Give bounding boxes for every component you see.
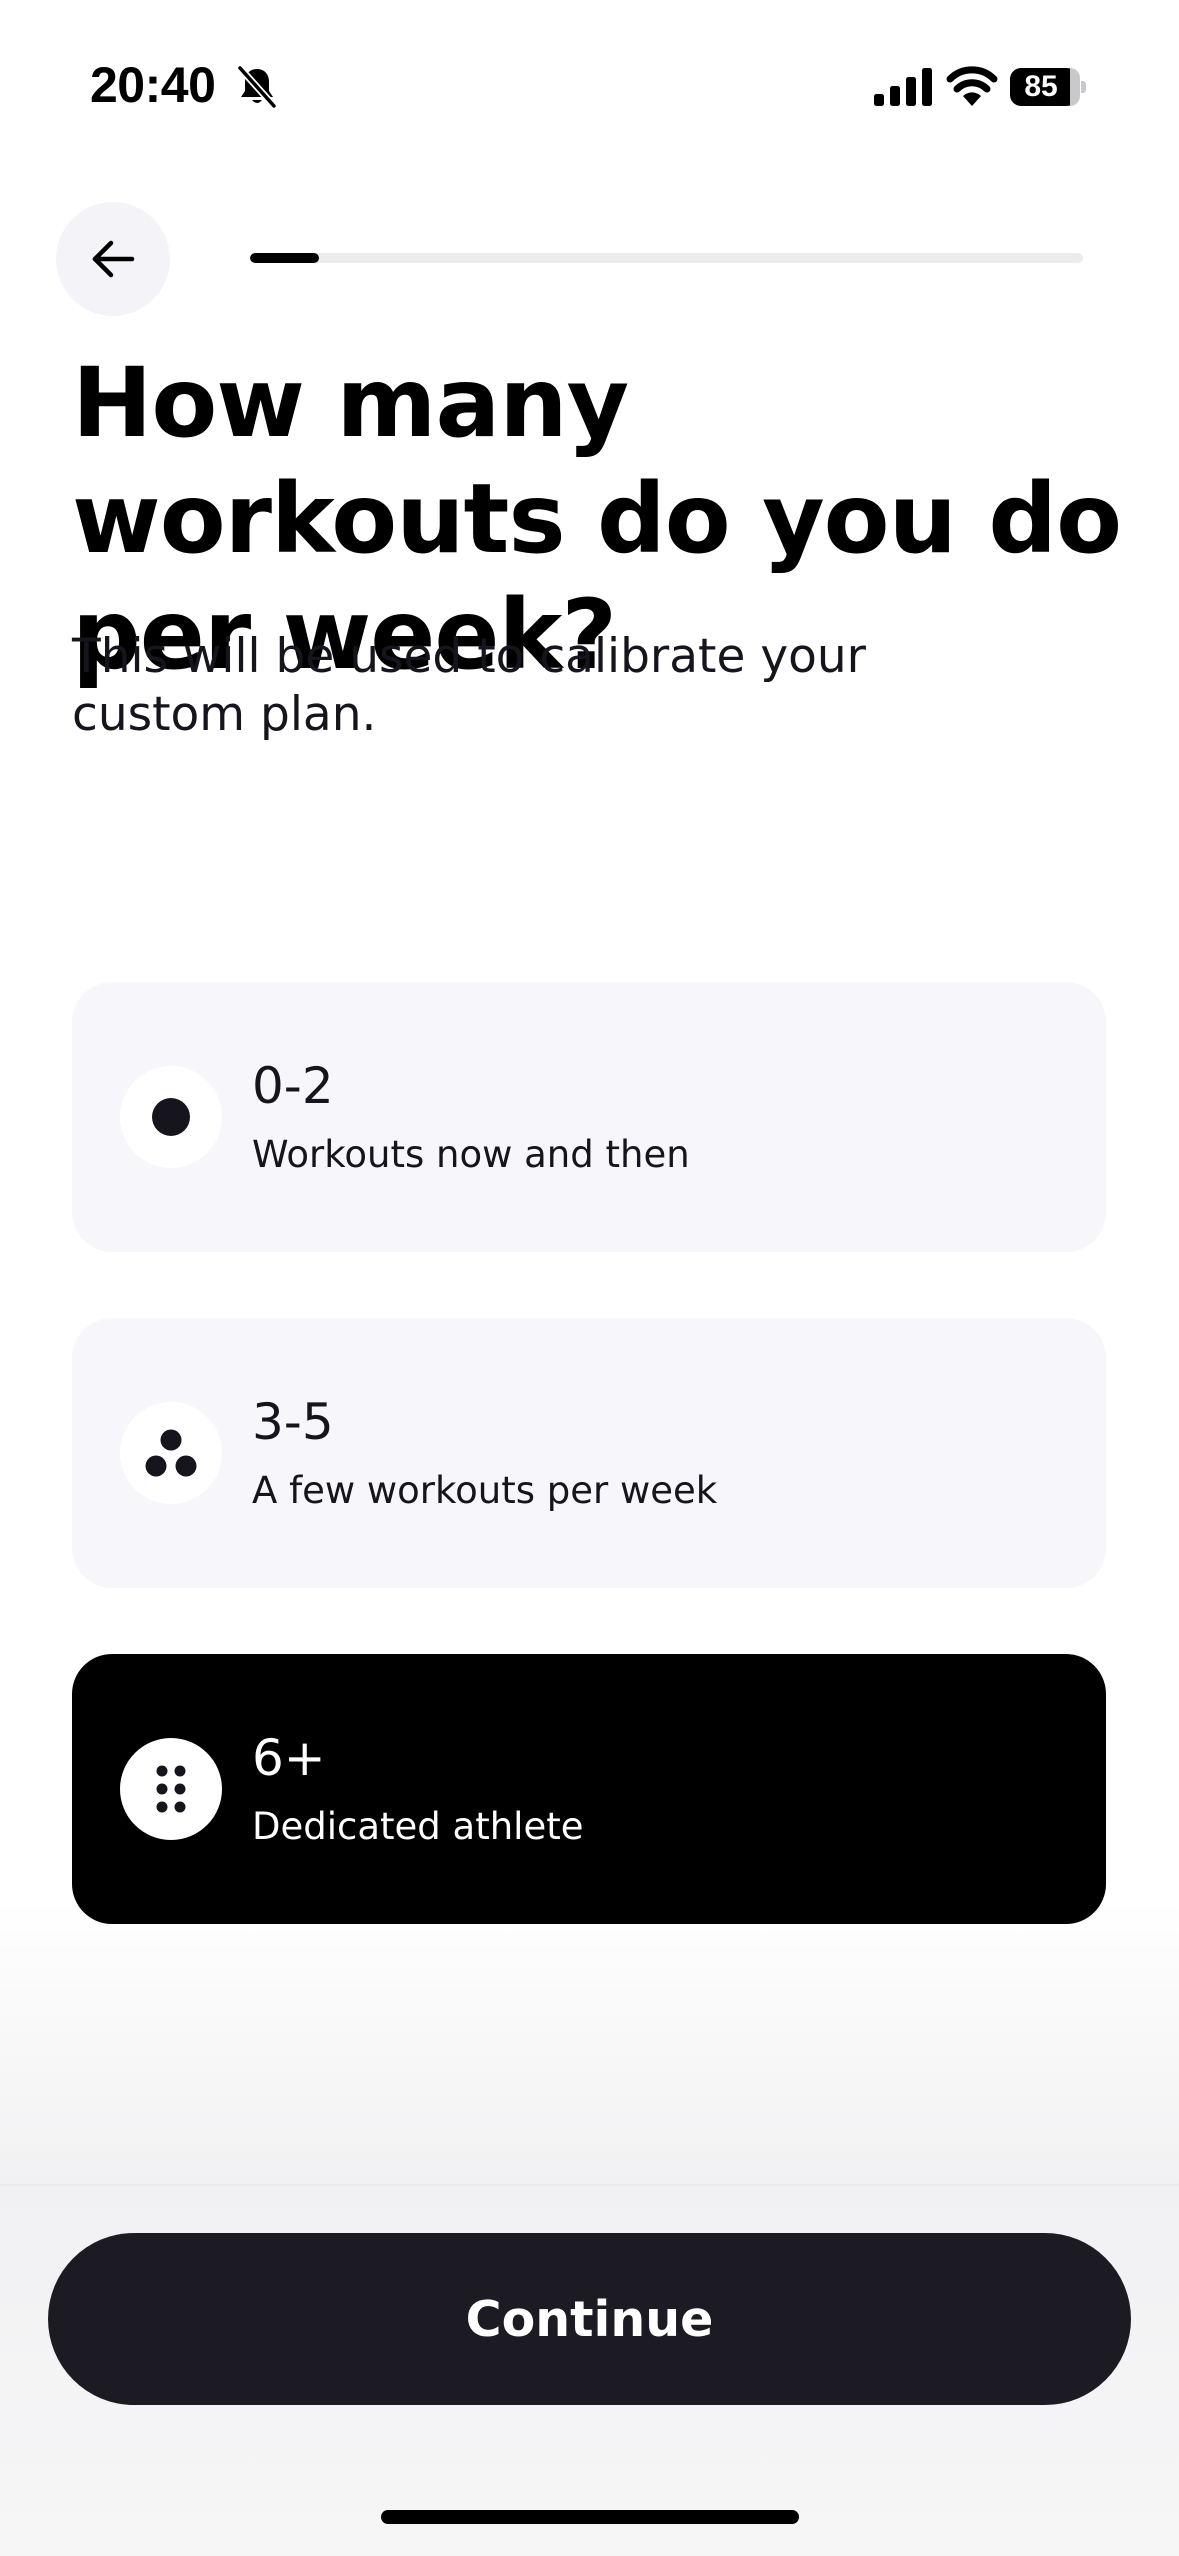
option-description: Workouts now and then [252, 1133, 690, 1176]
continue-button[interactable]: Continue [48, 2233, 1131, 2405]
option-description: Dedicated athlete [252, 1805, 584, 1848]
arrow-left-icon [92, 240, 135, 278]
progress-bar [250, 253, 1083, 263]
option-3-5[interactable]: 3-5 A few workouts per week [72, 1318, 1106, 1588]
status-time: 20:40 [90, 57, 216, 113]
option-value: 6+ [252, 1729, 326, 1787]
home-indicator [381, 2510, 799, 2524]
option-0-2[interactable]: 0-2 Workouts now and then [72, 982, 1106, 1252]
option-icon-container [120, 1402, 222, 1504]
option-value: 0-2 [252, 1057, 334, 1115]
option-icon-container [120, 1738, 222, 1840]
six-dots-icon [156, 1765, 186, 1813]
workouts-per-week-screen: 20:40 85 How many workouts do you do per… [0, 0, 1179, 2556]
question-subtitle: This will be used to calibrate your cust… [72, 629, 866, 742]
three-dots-icon [145, 1429, 197, 1477]
option-6-plus[interactable]: 6+ Dedicated athlete [72, 1654, 1106, 1924]
progress-fill [250, 253, 320, 263]
option-icon-container [120, 1066, 222, 1168]
bell-slash-icon [236, 64, 278, 110]
wifi-icon [946, 66, 998, 106]
footer-divider [0, 2184, 1179, 2186]
battery-icon: 85 [1010, 68, 1086, 106]
option-description: A few workouts per week [252, 1469, 718, 1512]
cellular-signal-icon [874, 68, 932, 106]
single-dot-icon [152, 1098, 190, 1136]
battery-level: 85 [1010, 68, 1080, 106]
back-button[interactable] [56, 202, 170, 316]
option-value: 3-5 [252, 1393, 334, 1451]
